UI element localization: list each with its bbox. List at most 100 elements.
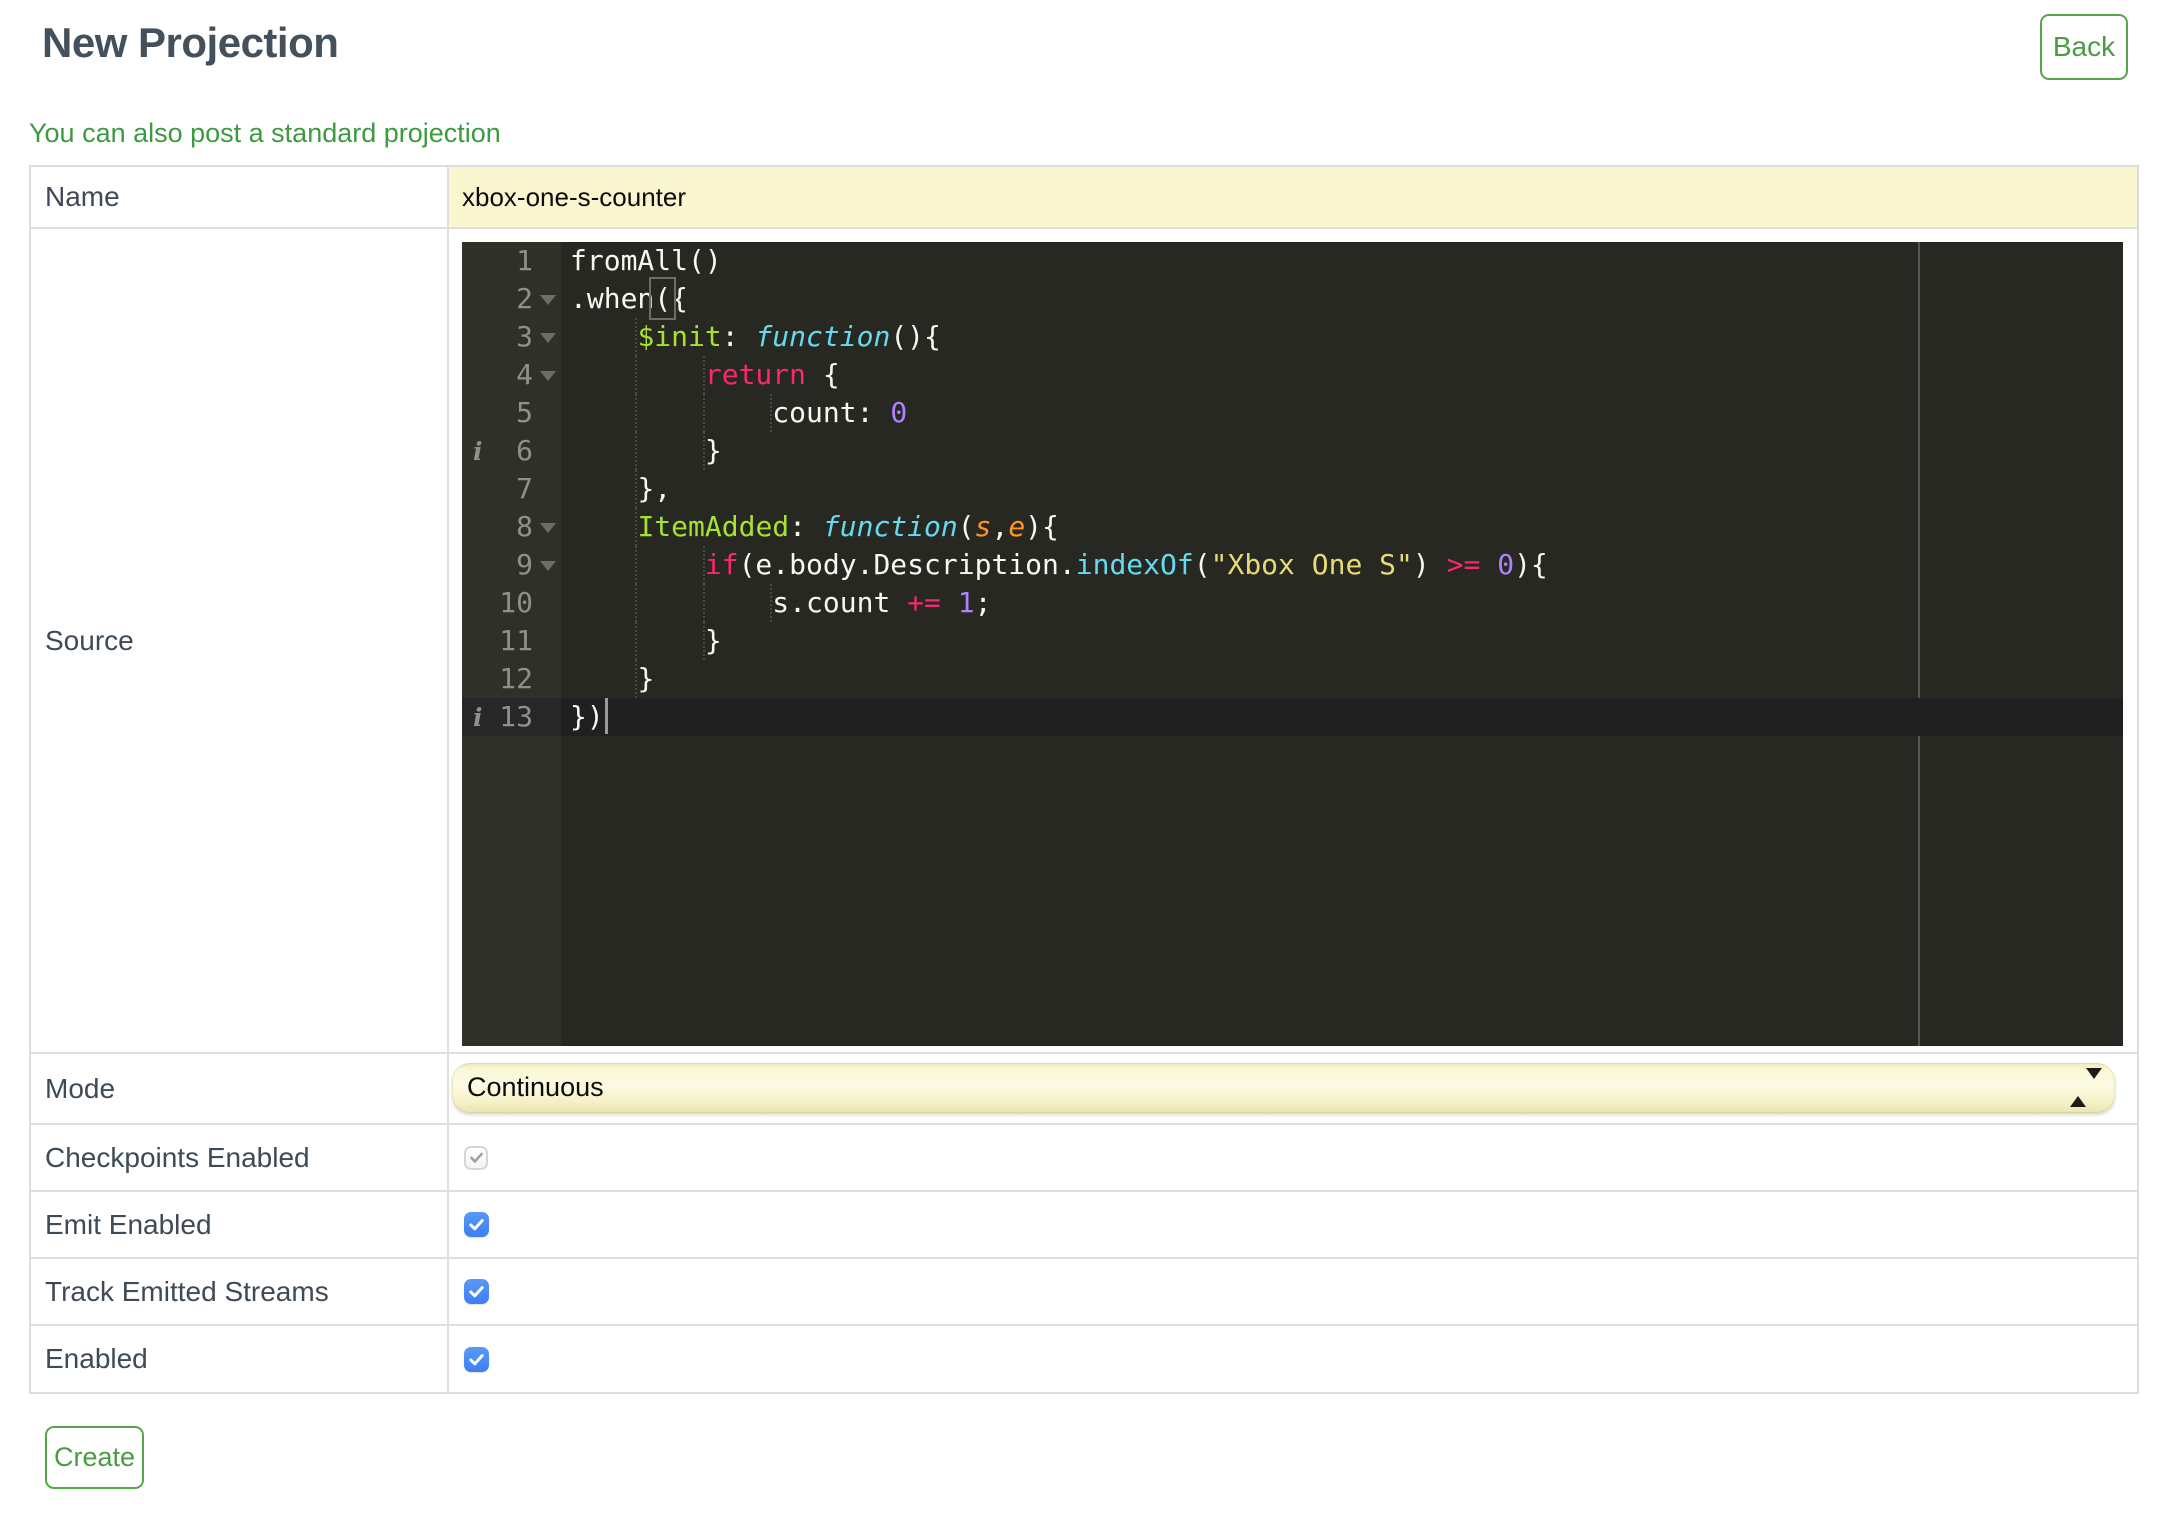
create-button[interactable]: Create <box>45 1426 144 1489</box>
source-label: Source <box>31 229 449 1052</box>
indent-guide <box>635 584 638 622</box>
form-row-mode: Mode Continuous <box>31 1054 2137 1125</box>
indent-guide <box>702 356 705 394</box>
indent-guide <box>635 356 638 394</box>
code-line: 10 s.count += 1; <box>462 584 2123 622</box>
gutter-cell: 8 <box>462 508 561 546</box>
checkmark-icon <box>469 1152 483 1163</box>
indent-guide <box>702 432 705 470</box>
gutter-cell: 9 <box>462 546 561 584</box>
info-annotation-icon[interactable]: i <box>473 701 483 735</box>
form-row-enabled: Enabled <box>31 1326 2137 1392</box>
code-line: 2 .when({ <box>462 277 2123 320</box>
source-cell: 1 fromAll() 2 .when({3 $init: function(){4 … <box>449 229 2137 1052</box>
projection-name-input[interactable] <box>449 167 2137 227</box>
line-number: 10 <box>499 586 533 619</box>
code-line: 3 $init: function(){ <box>462 318 2123 356</box>
indent-guide <box>635 622 638 660</box>
indent-guide <box>702 394 705 432</box>
indent-guide <box>702 584 705 622</box>
code-text: fromAll() <box>570 244 722 277</box>
code-text: s.count += 1; <box>561 584 2123 622</box>
form-row-track: Track Emitted Streams <box>31 1259 2137 1326</box>
code-text: return { <box>561 356 2123 394</box>
gutter-cell: 12 <box>462 660 561 698</box>
line-number: 8 <box>516 510 533 543</box>
checkmark-icon <box>469 1219 484 1231</box>
indent-guide <box>770 584 773 622</box>
code-text: $init: function(){ <box>561 318 2123 356</box>
checkmark-icon <box>469 1286 484 1298</box>
emit-cell <box>449 1192 2137 1257</box>
text-cursor <box>604 698 608 734</box>
fold-arrow-icon[interactable] <box>540 295 556 305</box>
enabled-checkbox[interactable] <box>464 1346 489 1372</box>
checkpoints-cell <box>449 1125 2137 1190</box>
form-row-checkpoints: Checkpoints Enabled <box>31 1125 2137 1192</box>
code-text: ItemAdded: function(s,e){ <box>561 508 2123 546</box>
editor-lines: 1 fromAll() 2 .when({3 $init: function(){4 … <box>462 242 2123 736</box>
line-number: 11 <box>499 624 533 657</box>
code-text: count: 0 <box>561 394 2123 432</box>
stepper-down-icon <box>2086 1067 2102 1096</box>
new-projection-page: New Projection Back You can also post a … <box>0 0 2166 1513</box>
indent-guide <box>635 660 638 698</box>
info-annotation-icon[interactable]: i <box>473 435 483 469</box>
name-cell <box>449 167 2137 227</box>
code-line: i6 } <box>462 432 2123 470</box>
indent-guide <box>635 470 638 508</box>
code-text: }, <box>561 470 2123 508</box>
emit-label: Emit Enabled <box>31 1192 449 1257</box>
standard-projection-link[interactable]: You can also post a standard projection <box>29 118 501 149</box>
gutter-cell: 4 <box>462 356 561 394</box>
line-number: 6 <box>516 434 533 467</box>
code-text: }) <box>561 698 2123 736</box>
fold-arrow-icon[interactable] <box>540 523 556 533</box>
code-line: 9 if(e.body.Description.indexOf("Xbox On… <box>462 546 2123 584</box>
indent-guide <box>702 622 705 660</box>
fold-arrow-icon[interactable] <box>540 333 556 343</box>
track-checkbox[interactable] <box>464 1279 489 1304</box>
checkpoints-checkbox <box>464 1145 488 1170</box>
code-text: if(e.body.Description.indexOf("Xbox One … <box>561 546 2123 584</box>
form-row-name: Name <box>31 167 2137 229</box>
emit-checkbox[interactable] <box>464 1212 489 1237</box>
form-row-source: Source 1 fromAll() 2 .when({3 $init: functi… <box>31 229 2137 1054</box>
source-code-editor[interactable]: 1 fromAll() 2 .when({3 $init: function(){4 … <box>462 242 2123 1046</box>
gutter-cell: 3 <box>462 318 561 356</box>
gutter-cell: 5 <box>462 394 561 432</box>
mode-cell: Continuous <box>449 1054 2137 1123</box>
indent-guide <box>635 432 638 470</box>
stepper-up-icon <box>2070 1078 2086 1107</box>
projection-form-table: Name Source 1 fromAll()2.when({3 $init: f… <box>29 165 2139 1394</box>
indent-guide <box>770 394 773 432</box>
code-line: 8 ItemAdded: function(s,e){ <box>462 508 2123 546</box>
enabled-cell <box>449 1326 2137 1392</box>
code-text: } <box>561 432 2123 470</box>
line-number: 9 <box>516 548 533 581</box>
select-stepper-icon <box>2070 1067 2102 1107</box>
code-line: i 13}) <box>462 698 2123 736</box>
name-label: Name <box>31 167 449 227</box>
line-number: 7 <box>516 472 533 505</box>
code-line: 1 fromAll() <box>462 242 2123 280</box>
track-cell <box>449 1259 2137 1324</box>
code-text: } <box>561 660 2123 698</box>
line-number: 12 <box>499 662 533 695</box>
gutter-cell: 1 <box>462 242 561 280</box>
fold-arrow-icon[interactable] <box>540 371 556 381</box>
mode-select[interactable]: Continuous <box>452 1062 2115 1113</box>
line-number: 4 <box>516 358 533 391</box>
code-line: 4 return { <box>462 356 2123 394</box>
track-label: Track Emitted Streams <box>31 1259 449 1324</box>
back-button[interactable]: Back <box>2040 14 2128 80</box>
code-line: 11 } <box>462 622 2123 660</box>
mode-select-value: Continuous <box>467 1072 604 1102</box>
code-text: .when({ <box>570 277 689 320</box>
code-line: 5 count: 0 <box>462 394 2123 432</box>
fold-arrow-icon[interactable] <box>540 561 556 571</box>
indent-guide <box>635 546 638 584</box>
gutter-cell: i 13 <box>462 698 561 736</box>
indent-guide <box>702 546 705 584</box>
line-number: 13 <box>499 700 533 733</box>
